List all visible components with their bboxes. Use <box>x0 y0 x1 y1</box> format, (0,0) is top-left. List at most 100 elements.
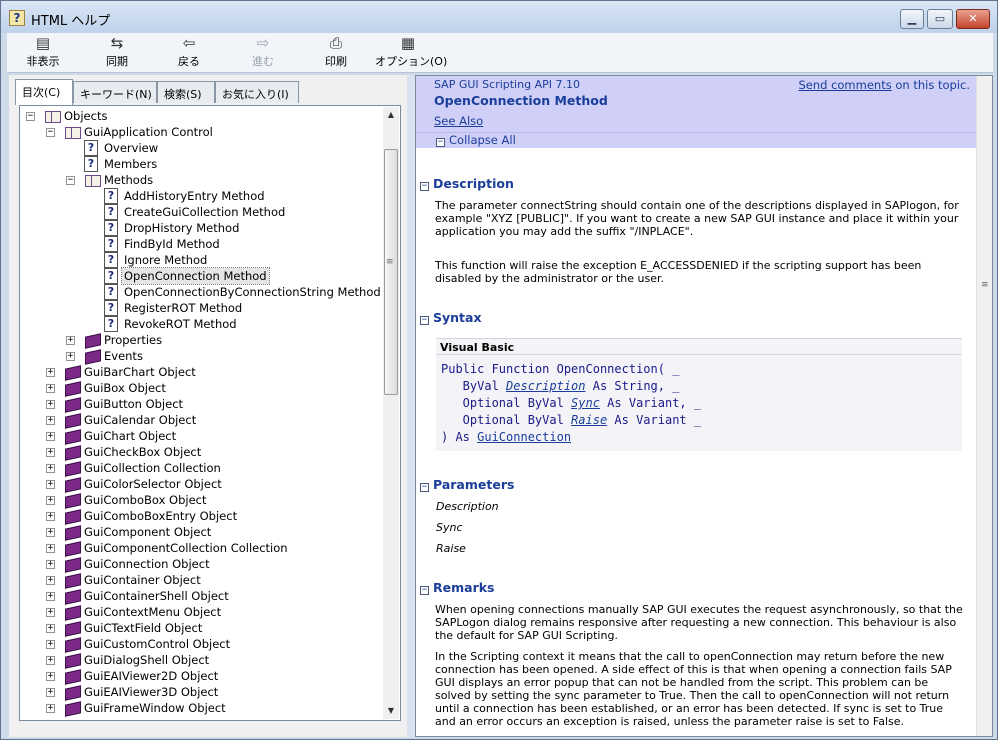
expand-node-icon[interactable]: + <box>46 656 55 665</box>
tree-item[interactable]: ? CreateGuiCollection Method <box>20 204 380 220</box>
close-button[interactable]: ✕ <box>956 9 990 29</box>
tree-item[interactable]: + GuiCTextField Object <box>20 620 380 636</box>
syntax-heading[interactable]: − Syntax <box>420 310 482 325</box>
send-comments-link[interactable]: Send comments <box>798 78 891 92</box>
tree-item[interactable]: + GuiBox Object <box>20 380 380 396</box>
remarks-heading[interactable]: − Remarks <box>420 580 494 595</box>
expand-node-icon[interactable]: + <box>46 576 55 585</box>
tree-item[interactable]: + Events <box>20 348 380 364</box>
tree-item[interactable]: + GuiButton Object <box>20 396 380 412</box>
raise-param-link[interactable]: Raise <box>571 413 607 427</box>
tree-item[interactable]: + GuiColorSelector Object <box>20 476 380 492</box>
tree-item[interactable]: ? FindById Method <box>20 236 380 252</box>
tab-keyword[interactable]: キーワード(N) <box>73 81 157 103</box>
expand-node-icon[interactable]: + <box>46 560 55 569</box>
tree-item[interactable]: ? DropHistory Method <box>20 220 380 236</box>
book-icon <box>64 476 80 492</box>
expand-node-icon[interactable]: + <box>46 480 55 489</box>
tree-item[interactable]: + GuiBarChart Object <box>20 364 380 380</box>
tree-scrollbar[interactable]: ▲ ≡ ▼ <box>383 107 399 719</box>
code-text: ByVal <box>441 379 507 393</box>
tree-item[interactable]: ? OpenConnectionByConnectionString Method <box>20 284 381 300</box>
expand-node-icon[interactable]: + <box>46 448 55 457</box>
tab-favorites[interactable]: お気に入り(I) <box>215 81 299 103</box>
tree-item[interactable]: + GuiCollection Collection <box>20 460 380 476</box>
tree-item[interactable]: + GuiContainerShell Object <box>20 588 380 604</box>
expand-node-icon[interactable]: + <box>46 464 55 473</box>
tree-item[interactable]: ? OpenConnection Method <box>20 267 380 285</box>
guiconnection-link[interactable]: GuiConnection <box>477 430 571 444</box>
tree-item[interactable]: + GuiFrameWindow Object <box>20 700 380 716</box>
tree-item[interactable]: ? Overview <box>20 140 380 156</box>
tree-item[interactable]: + GuiConnection Object <box>20 556 380 572</box>
expand-node-icon[interactable]: + <box>46 704 55 713</box>
tree-item[interactable]: + GuiChart Object <box>20 428 380 444</box>
scroll-up-icon[interactable]: ▲ <box>383 107 399 123</box>
tab-search[interactable]: 検索(S) <box>157 81 215 103</box>
maximize-button[interactable]: ▭ <box>927 9 953 29</box>
expand-node-icon[interactable]: + <box>46 592 55 601</box>
collapse-node-icon[interactable]: − <box>46 128 55 137</box>
topic-scrollbar[interactable]: ≡ <box>976 76 992 736</box>
tree-item[interactable]: ? Ignore Method <box>20 252 380 268</box>
expand-node-icon[interactable]: + <box>46 416 55 425</box>
options-button[interactable]: ▦ オプション(O) <box>375 35 447 71</box>
tree-item[interactable]: + GuiComboBox Object <box>20 492 380 508</box>
parameters-heading[interactable]: − Parameters <box>420 477 514 492</box>
tab-contents[interactable]: 目次(C) <box>15 79 73 105</box>
expand-node-icon[interactable]: + <box>46 624 55 633</box>
tree-item[interactable]: + GuiEAIViewer3D Object <box>20 684 380 700</box>
tree-item[interactable]: + GuiCheckBox Object <box>20 444 380 460</box>
tree-item[interactable]: + GuiComponent Object <box>20 524 380 540</box>
tree-item[interactable]: + GuiComboBoxEntry Object <box>20 508 380 524</box>
see-also-link[interactable]: See Also <box>434 114 483 128</box>
expand-node-icon[interactable]: + <box>46 400 55 409</box>
collapse-node-icon[interactable]: − <box>26 112 35 121</box>
description-heading[interactable]: − Description <box>420 176 514 191</box>
contents-tree[interactable]: + GuiFrameWindow Object + GuiEAIViewer3D Ob… <box>19 105 401 721</box>
title-bar[interactable]: ? HTML ヘルプ ▁ ▭ ✕ <box>1 1 997 33</box>
expand-node-icon[interactable]: + <box>46 432 55 441</box>
expand-node-icon[interactable]: + <box>46 688 55 697</box>
tree-item[interactable]: − Objects <box>20 108 380 124</box>
pane-splitter[interactable] <box>407 75 415 737</box>
tree-item[interactable]: ? RevokeROT Method <box>20 316 380 332</box>
collapse-all-link[interactable]: − Collapse All <box>436 133 516 147</box>
tree-item[interactable]: − Methods <box>20 172 380 188</box>
expand-node-icon[interactable]: + <box>66 336 75 345</box>
tree-item[interactable]: + GuiComponentCollection Collection <box>20 540 380 556</box>
hide-button[interactable]: ▤ 非表示 <box>21 35 65 71</box>
scroll-down-icon[interactable]: ▼ <box>383 703 399 719</box>
expand-node-icon[interactable]: + <box>46 384 55 393</box>
minimize-button[interactable]: ▁ <box>900 9 924 29</box>
expand-node-icon[interactable]: + <box>46 528 55 537</box>
print-button[interactable]: ⎙ 印刷 <box>314 35 358 71</box>
expand-node-icon[interactable]: + <box>46 512 55 521</box>
expand-node-icon[interactable]: + <box>46 368 55 377</box>
tree-item[interactable]: + GuiCalendar Object <box>20 412 380 428</box>
back-button[interactable]: ⇦ 戻る <box>167 35 211 71</box>
tree-item[interactable]: + Properties <box>20 332 380 348</box>
collapse-node-icon[interactable]: − <box>66 176 75 185</box>
description-param-link[interactable]: Description <box>506 379 585 393</box>
tree-item[interactable]: + GuiCustomControl Object <box>20 636 380 652</box>
forward-button[interactable]: ⇨ 進む <box>241 35 285 71</box>
scroll-thumb[interactable] <box>384 149 398 395</box>
sync-button[interactable]: ⇆ 同期 <box>95 35 139 71</box>
tree-item[interactable]: ? RegisterROT Method <box>20 300 380 316</box>
sync-param-link[interactable]: Sync <box>571 396 600 410</box>
tree-item[interactable]: + GuiEAIViewer2D Object <box>20 668 380 684</box>
expand-node-icon[interactable]: + <box>66 352 75 361</box>
expand-node-icon[interactable]: + <box>46 640 55 649</box>
tree-item[interactable]: + GuiContextMenu Object <box>20 604 380 620</box>
code-text: As String, _ <box>585 379 680 393</box>
tree-item[interactable]: + GuiDialogShell Object <box>20 652 380 668</box>
tree-item[interactable]: ? AddHistoryEntry Method <box>20 188 380 204</box>
tree-item[interactable]: + GuiContainer Object <box>20 572 380 588</box>
expand-node-icon[interactable]: + <box>46 496 55 505</box>
tree-item[interactable]: ? Members <box>20 156 380 172</box>
expand-node-icon[interactable]: + <box>46 672 55 681</box>
expand-node-icon[interactable]: + <box>46 608 55 617</box>
expand-node-icon[interactable]: + <box>46 544 55 553</box>
tree-item[interactable]: − GuiApplication Control <box>20 124 380 140</box>
